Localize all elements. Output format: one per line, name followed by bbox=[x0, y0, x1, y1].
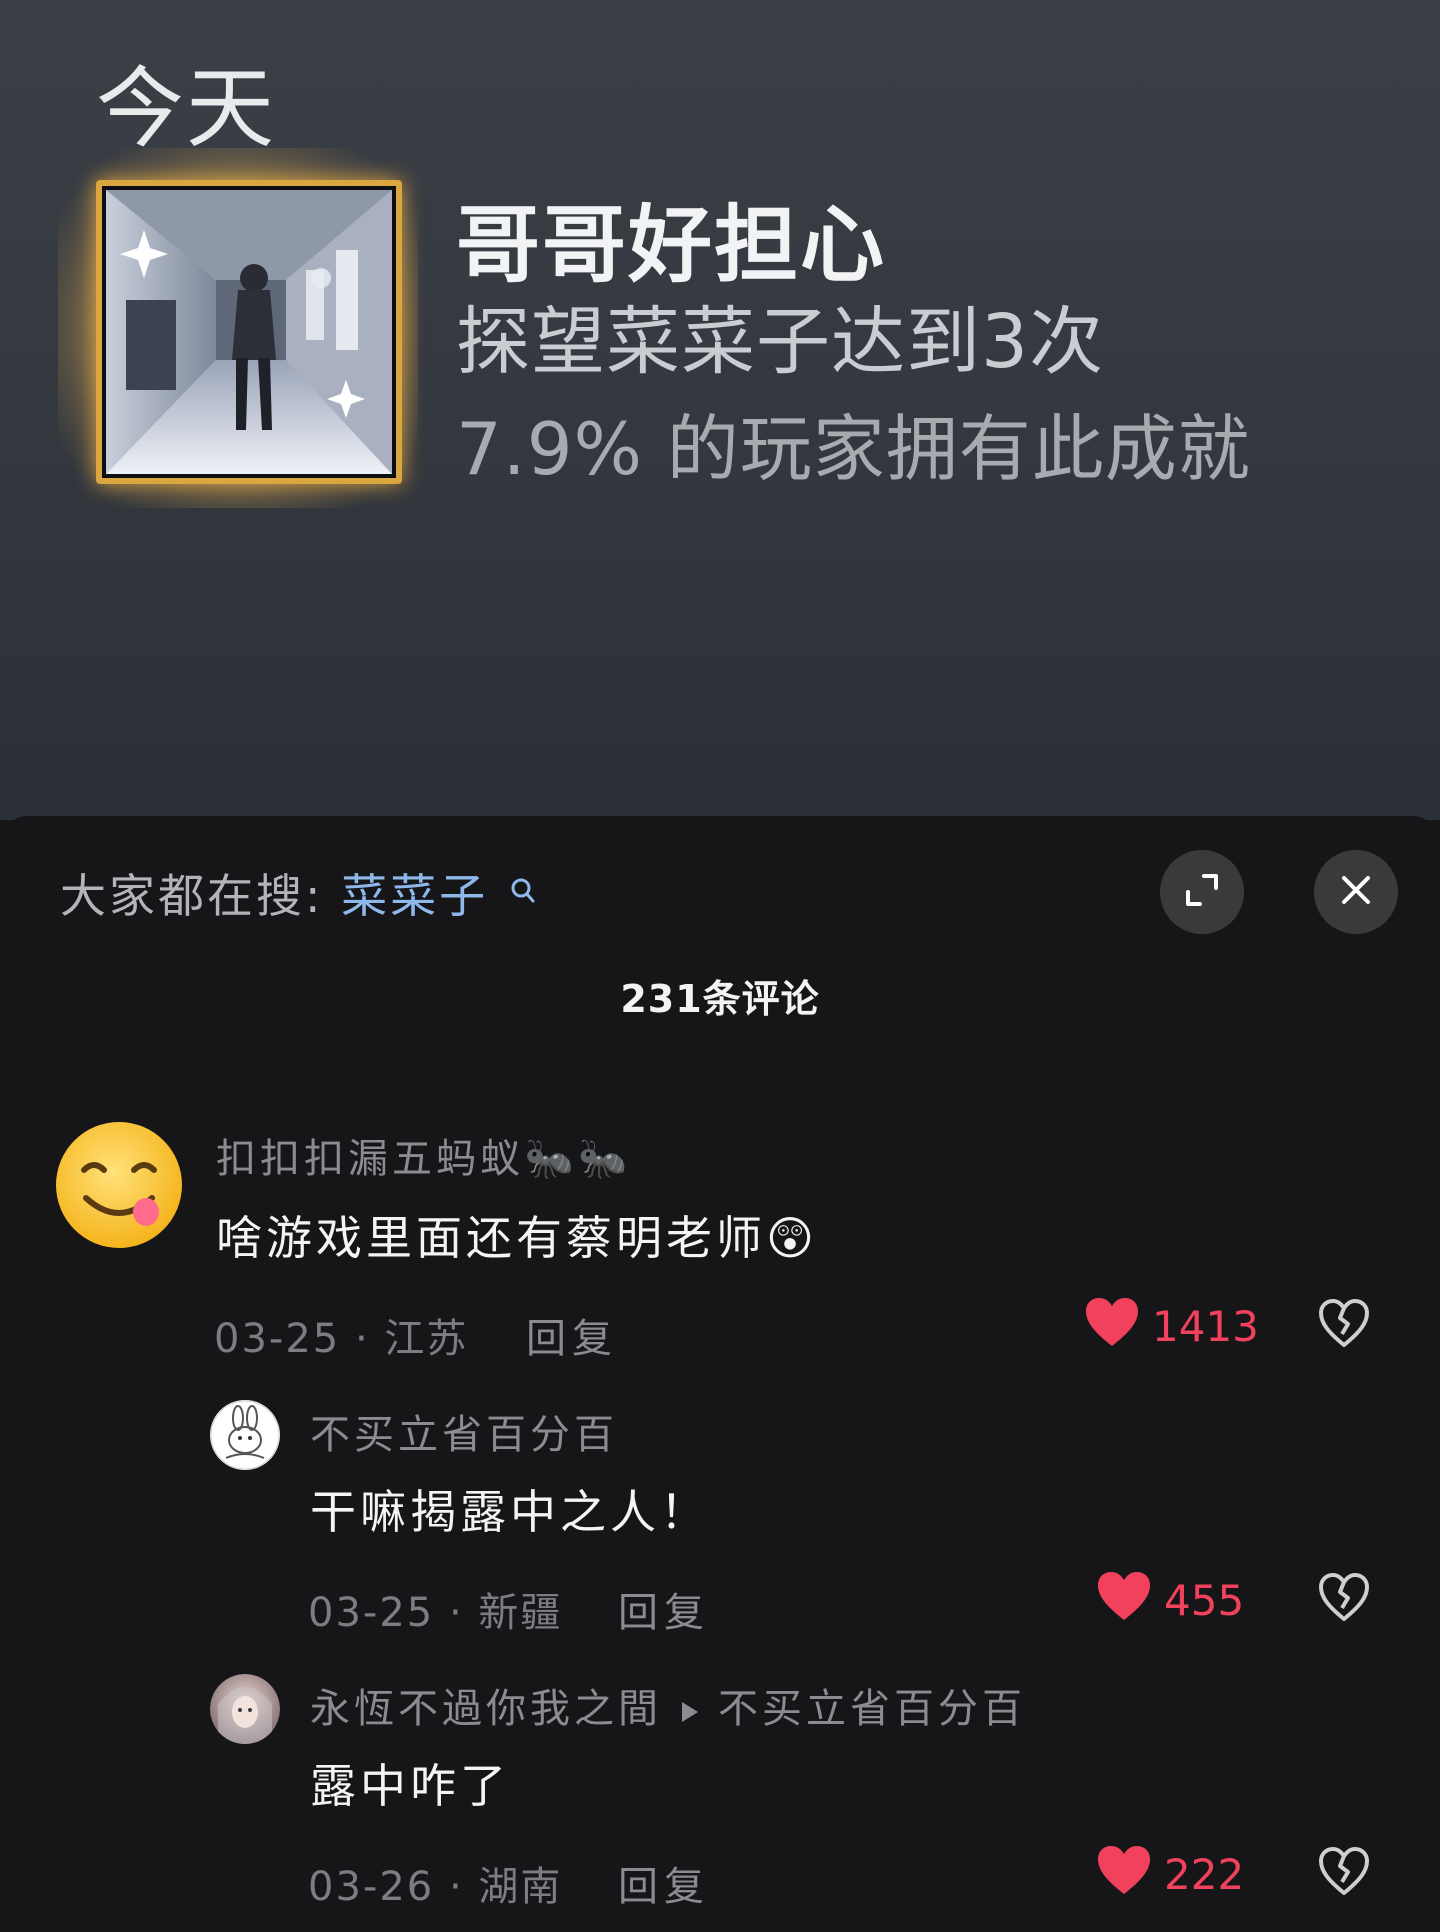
broken-heart-icon[interactable] bbox=[1318, 1298, 1370, 1352]
broken-heart-icon[interactable] bbox=[1318, 1846, 1370, 1900]
heart-icon[interactable] bbox=[1096, 1570, 1152, 1626]
achievement-description: 探望菜菜子达到3次 bbox=[456, 299, 1105, 385]
reply-text: 干嘛揭露中之人！ bbox=[310, 1485, 710, 1539]
reply-username[interactable]: 永恆不過你我之間 bbox=[310, 1686, 662, 1732]
close-icon bbox=[1338, 872, 1374, 912]
day-label: 今天 bbox=[96, 57, 277, 160]
heart-icon[interactable] bbox=[1084, 1296, 1140, 1352]
search-term-link[interactable]: 菜菜子 bbox=[341, 869, 488, 923]
reply-button[interactable]: 回复 bbox=[618, 1580, 710, 1638]
close-button[interactable] bbox=[1314, 850, 1398, 934]
reply-meta: 03-26 · 湖南 bbox=[308, 1864, 563, 1910]
reply-region: 新疆 bbox=[478, 1590, 563, 1636]
comment-username[interactable]: 扣扣扣漏五蚂蚁🐜🐜 bbox=[216, 1126, 632, 1184]
heart-icon[interactable] bbox=[1096, 1844, 1152, 1900]
achievement-title: 哥哥好担心 bbox=[456, 196, 887, 294]
expand-icon bbox=[1182, 870, 1222, 914]
avatar[interactable] bbox=[210, 1674, 280, 1744]
comment-meta: 03-25 · 江苏 bbox=[214, 1316, 469, 1362]
comment-count: 231条评论 bbox=[620, 977, 820, 1021]
search-prefix: 大家都在搜: bbox=[60, 869, 324, 923]
comment-region: 江苏 bbox=[384, 1316, 469, 1362]
reply-arrow-icon bbox=[680, 1688, 700, 1734]
search-icon bbox=[510, 862, 536, 916]
achievement-badge-image bbox=[96, 180, 402, 484]
comment-sheet: 大家都在搜: 菜菜子 231条评论 扣扣扣漏五蚂蚁🐜🐜 啥游戏里面还有蔡明老师😲… bbox=[0, 816, 1440, 1932]
reply-to-username[interactable]: 不买立省百分百 bbox=[718, 1686, 1026, 1732]
reply-region: 湖南 bbox=[478, 1864, 563, 1910]
avatar[interactable] bbox=[210, 1400, 280, 1470]
reply-username-line: 永恆不過你我之間 不买立省百分百 bbox=[310, 1676, 1026, 1734]
reply-date: 03-26 bbox=[308, 1864, 435, 1910]
like-count: 222 bbox=[1164, 1850, 1245, 1899]
like-count: 1413 bbox=[1152, 1302, 1259, 1351]
achievement-panel: 今天 哥哥好担心 探望菜菜子达到3次 7.9% 的玩家拥有此成就 bbox=[0, 0, 1440, 820]
reply-button[interactable]: 回复 bbox=[618, 1854, 710, 1912]
broken-heart-icon[interactable] bbox=[1318, 1572, 1370, 1626]
reply-text: 露中咋了 bbox=[310, 1759, 510, 1813]
expand-button[interactable] bbox=[1160, 850, 1244, 934]
reply-username[interactable]: 不买立省百分百 bbox=[310, 1402, 618, 1460]
avatar[interactable] bbox=[54, 1120, 184, 1250]
reply-button[interactable]: 回复 bbox=[526, 1306, 618, 1364]
reply-date: 03-25 bbox=[308, 1590, 435, 1636]
comment-text: 啥游戏里面还有蔡明老师😲 bbox=[216, 1211, 818, 1265]
achievement-percent: 7.9% 的玩家拥有此成就 bbox=[456, 407, 1251, 491]
like-count: 455 bbox=[1164, 1576, 1245, 1625]
reply-meta: 03-25 · 新疆 bbox=[308, 1590, 563, 1636]
comment-date: 03-25 bbox=[214, 1316, 341, 1362]
trending-search[interactable]: 大家都在搜: 菜菜子 bbox=[60, 860, 536, 926]
